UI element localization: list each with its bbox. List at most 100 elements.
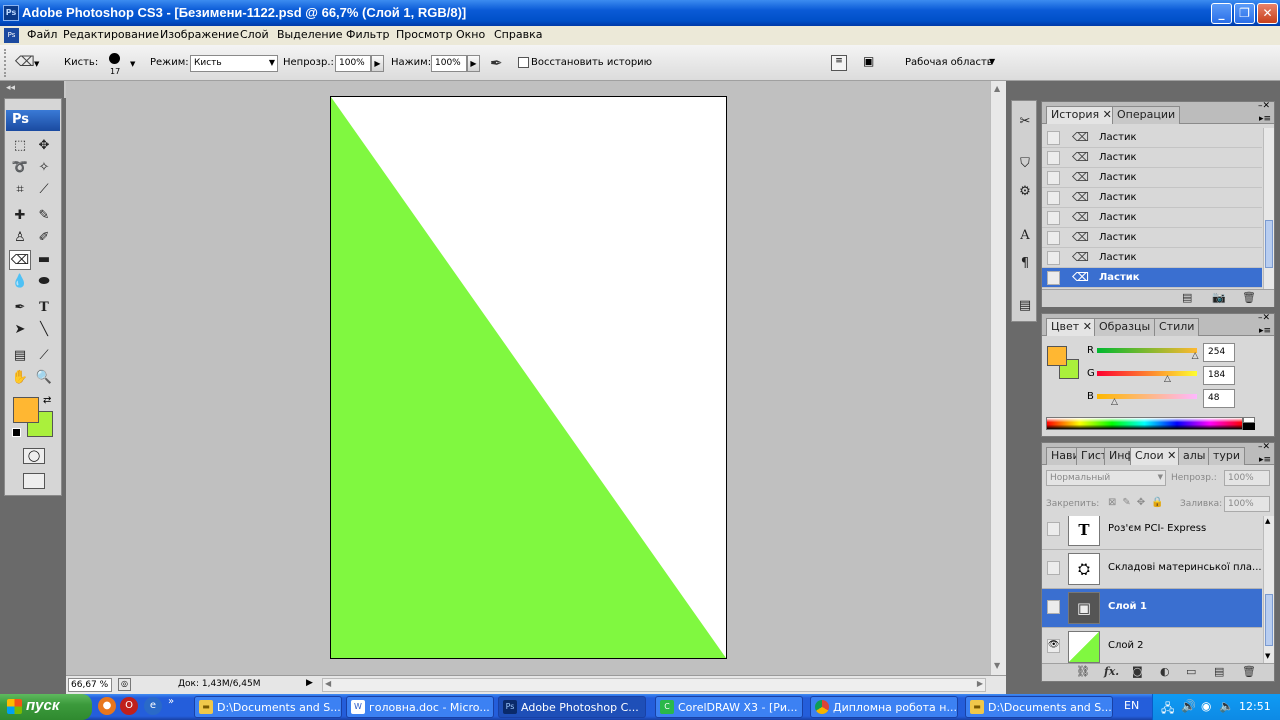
clone-source-icon[interactable]: ⚙: [1014, 181, 1036, 203]
layer-name[interactable]: Складові материнської пла...: [1108, 562, 1262, 573]
brush-preview-icon[interactable]: [109, 53, 120, 64]
network-icon[interactable]: 🖧: [1161, 699, 1174, 720]
scroll-left-icon[interactable]: ◀: [325, 679, 331, 688]
flow-slider-arrow-icon[interactable]: ▶: [467, 55, 480, 72]
foreground-color-swatch[interactable]: [13, 397, 39, 423]
vertical-scrollbar[interactable]: ▲ ▼: [990, 81, 1006, 675]
clock[interactable]: 12:51: [1239, 700, 1271, 713]
volume-icon[interactable]: 🔊: [1181, 699, 1196, 713]
layers-scrollbar[interactable]: ▲ ▼: [1263, 516, 1274, 663]
more-quicklaunch-icon[interactable]: »: [168, 696, 174, 707]
history-item[interactable]: ⌫ Ластик: [1042, 148, 1262, 168]
opacity-slider-arrow-icon[interactable]: ▶: [371, 55, 384, 72]
layer-name[interactable]: Слой 2: [1108, 640, 1144, 651]
taskbar-button-coreldraw[interactable]: C CorelDRAW X3 - [Ри...: [655, 696, 803, 718]
language-indicator[interactable]: EN: [1124, 699, 1139, 712]
tab-color[interactable]: Цвет ✕: [1046, 318, 1097, 336]
minimize-button[interactable]: _: [1211, 3, 1232, 24]
menu-image[interactable]: Изображение: [160, 28, 239, 41]
b-input[interactable]: 48: [1203, 389, 1235, 408]
panel-close-icon[interactable]: –✕: [1258, 442, 1270, 452]
character-icon[interactable]: A: [1014, 225, 1036, 247]
flow-input[interactable]: 100%: [431, 55, 467, 72]
scroll-down-icon[interactable]: ▼: [994, 661, 1000, 670]
preset-dropdown-icon[interactable]: ▼: [34, 60, 39, 68]
scroll-right-icon[interactable]: ▶: [977, 679, 983, 688]
toolbox-header[interactable]: ◂◂: [0, 81, 64, 98]
status-arrow-icon[interactable]: ▶: [306, 678, 318, 692]
start-button[interactable]: пуск: [0, 694, 92, 720]
b-slider[interactable]: △: [1097, 394, 1197, 407]
default-colors-icon[interactable]: [12, 428, 21, 437]
toolbox-logo[interactable]: Ps: [6, 110, 60, 131]
workspace-dropdown-icon[interactable]: ▼: [989, 57, 995, 66]
menu-view[interactable]: Просмотр: [396, 28, 452, 41]
color-foreground-swatch[interactable]: [1047, 346, 1067, 366]
layer-opacity-input[interactable]: 100%: [1224, 470, 1270, 486]
speaker-icon[interactable]: 🔈: [1219, 699, 1234, 713]
brush-tool-icon[interactable]: ✎: [33, 206, 55, 226]
visibility-toggle[interactable]: [1047, 561, 1060, 575]
tab-swatches[interactable]: Образцы: [1094, 318, 1156, 336]
taskbar-button-photoshop[interactable]: Ps Adobe Photoshop C...: [498, 696, 646, 718]
path-selection-tool-icon[interactable]: ➤: [9, 320, 31, 340]
menu-filter[interactable]: Фильтр: [346, 28, 390, 41]
snapshot-icon[interactable]: 📷: [1212, 291, 1226, 304]
layer-row[interactable]: 👁 Слой 2: [1042, 628, 1262, 663]
eyedropper-tool-icon[interactable]: ⟋: [33, 346, 55, 366]
adjustment-layer-icon[interactable]: ◐: [1160, 665, 1170, 678]
history-source-checkbox[interactable]: [1047, 251, 1060, 265]
link-layers-icon[interactable]: ⛓: [1076, 665, 1090, 678]
tab-actions[interactable]: Операции: [1112, 106, 1181, 124]
history-item[interactable]: ⌫ Ластик: [1042, 248, 1262, 268]
hand-tool-icon[interactable]: ✋: [9, 368, 31, 388]
taskbar-button-explorer-2[interactable]: ▬ D:\Documents and S...: [965, 696, 1113, 718]
marquee-tool-icon[interactable]: ⬚: [9, 136, 31, 156]
eraser-tool-icon[interactable]: ⌫: [9, 250, 31, 270]
opacity-input[interactable]: 100%: [335, 55, 371, 72]
swap-colors-icon[interactable]: ⇄: [43, 395, 51, 406]
document-icon[interactable]: Ps: [4, 28, 19, 43]
menu-file[interactable]: Файл: [27, 28, 57, 41]
g-slider-thumb-icon[interactable]: △: [1164, 374, 1171, 384]
b-slider-thumb-icon[interactable]: △: [1111, 397, 1118, 407]
panel-menu-icon[interactable]: ▸≡: [1259, 455, 1271, 465]
history-source-checkbox[interactable]: [1047, 171, 1060, 185]
menu-select[interactable]: Выделение: [277, 28, 343, 41]
add-mask-icon[interactable]: ◙: [1132, 665, 1143, 678]
visibility-toggle[interactable]: [1047, 600, 1060, 614]
blend-mode-select[interactable]: Нормальный ▼: [1046, 470, 1166, 486]
scroll-up-icon[interactable]: ▲: [1265, 517, 1270, 525]
r-slider[interactable]: △: [1097, 348, 1199, 361]
clone-stamp-tool-icon[interactable]: ♙: [9, 228, 31, 248]
tool-presets-icon[interactable]: ✂: [1014, 111, 1036, 133]
layer-name[interactable]: Слой 1: [1108, 601, 1147, 612]
history-scroll-thumb[interactable]: [1265, 220, 1273, 268]
g-input[interactable]: 184: [1203, 366, 1235, 385]
opera-tray-icon[interactable]: ◉: [1201, 699, 1211, 713]
r-slider-thumb-icon[interactable]: △: [1192, 351, 1199, 361]
mode-select[interactable]: Кисть ▼: [190, 55, 278, 72]
menu-help[interactable]: Справка: [494, 28, 542, 41]
restore-button[interactable]: ❐: [1234, 3, 1255, 24]
layer-row[interactable]: T Роз'єм PCI- Express: [1042, 516, 1262, 550]
panel-close-icon[interactable]: –✕: [1258, 313, 1270, 323]
gradient-tool-icon[interactable]: ▬: [33, 250, 55, 270]
history-source-checkbox[interactable]: [1047, 211, 1060, 225]
menu-layer[interactable]: Слой: [240, 28, 269, 41]
brushes-icon[interactable]: ⛉: [1014, 153, 1036, 175]
history-item-selected[interactable]: ⌫ Ластик: [1042, 268, 1262, 288]
taskbar-button-word[interactable]: Wголовна.doc - Micro...: [346, 696, 494, 718]
menu-window[interactable]: Окно: [456, 28, 485, 41]
delete-layer-icon[interactable]: 🗑: [1242, 665, 1256, 678]
lock-options-icon[interactable]: ⊠✎✥🔒: [1108, 497, 1170, 508]
layers-scroll-thumb[interactable]: [1265, 594, 1273, 646]
eraser-tool-preset-icon[interactable]: ⌫: [15, 54, 35, 70]
layer-row-selected[interactable]: ▣ Слой 1: [1042, 589, 1262, 628]
ie-icon[interactable]: e: [144, 697, 162, 715]
layer-comps-icon[interactable]: ▤: [1014, 295, 1036, 317]
history-source-checkbox[interactable]: [1047, 151, 1060, 165]
move-tool-icon[interactable]: ✥: [33, 136, 55, 156]
history-item[interactable]: ⌫ Ластик: [1042, 208, 1262, 228]
restore-history-checkbox[interactable]: [518, 57, 529, 68]
